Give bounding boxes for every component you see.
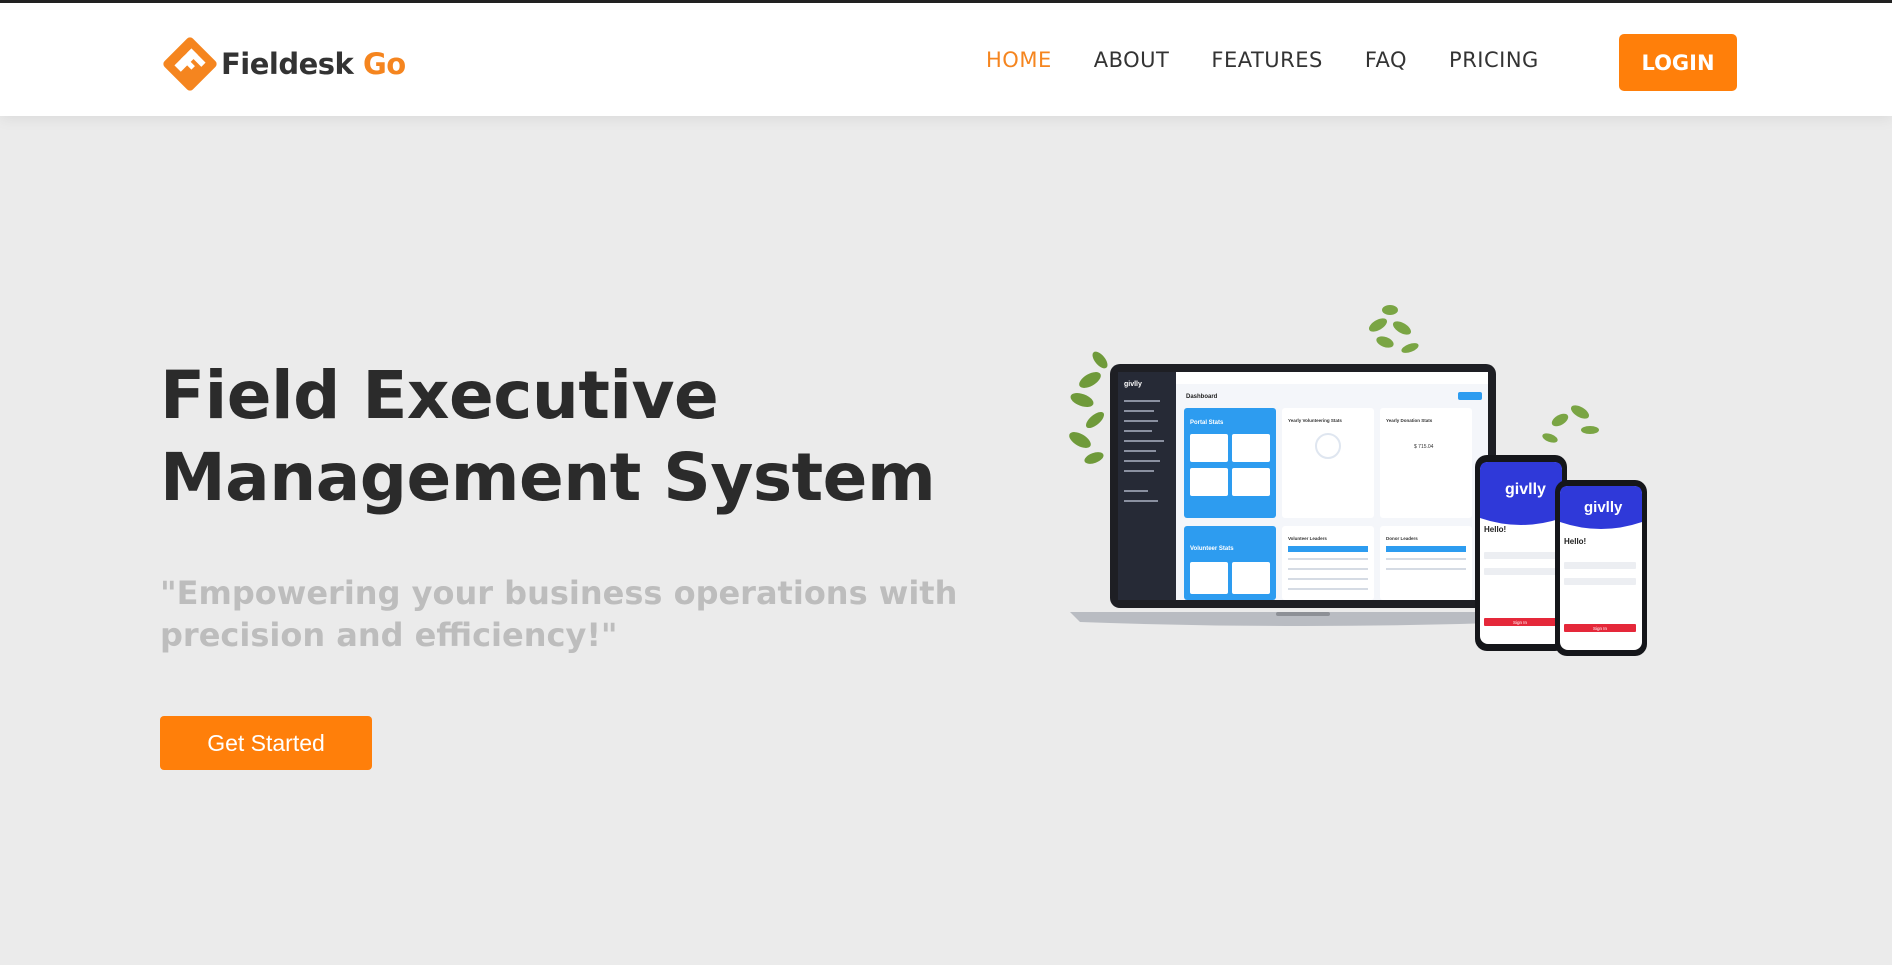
brand-name: Fieldesk Go xyxy=(221,47,406,81)
dashboard-app-logo: givlly xyxy=(1124,381,1142,388)
plant-top-decoration xyxy=(1368,305,1419,353)
nav-about[interactable]: ABOUT xyxy=(1094,48,1170,72)
nav-faq[interactable]: FAQ xyxy=(1365,48,1407,72)
yearly-volunteering-label: Yearly Volunteering Stats xyxy=(1288,418,1342,423)
phone-front-app-logo: givlly xyxy=(1584,499,1623,516)
dashboard-sidebar xyxy=(1118,372,1176,600)
donation-amount: $ 715.04 xyxy=(1414,444,1434,450)
nav-features[interactable]: FEATURES xyxy=(1211,48,1322,72)
plant-right-decoration xyxy=(1542,405,1599,443)
donor-leaders-label: Donor Leaders xyxy=(1386,536,1418,541)
volunteer-stats-label: Volunteer Stats xyxy=(1190,546,1234,552)
nav-pricing[interactable]: PRICING xyxy=(1449,48,1539,72)
hero-subtitle: "Empowering your business operations wit… xyxy=(160,574,958,654)
brand-logo[interactable]: Fieldesk Go xyxy=(163,37,406,91)
get-started-button[interactable]: Get Started xyxy=(160,716,372,770)
yearly-volunteering-card xyxy=(1282,408,1374,518)
plant-left-decoration xyxy=(1069,351,1108,464)
phone-signin-button: Sign In xyxy=(1513,620,1528,625)
phone-greeting: Hello! xyxy=(1484,525,1506,534)
phone-front-greeting: Hello! xyxy=(1564,537,1586,546)
portal-stats-label: Portal Stats xyxy=(1190,420,1224,426)
hero-title: Field Executive Management System xyxy=(160,355,1000,519)
main-nav: HOME ABOUT FEATURES FAQ PRICING xyxy=(986,48,1539,72)
login-button[interactable]: LOGIN xyxy=(1619,34,1737,91)
brand-suffix: Go xyxy=(362,47,406,81)
phone-app-logo: givlly xyxy=(1505,481,1546,498)
logo-icon xyxy=(163,37,217,91)
dashboard-title: Dashboard xyxy=(1186,394,1218,400)
phone-front-signin-button: Sign In xyxy=(1593,626,1608,631)
navbar: Fieldesk Go HOME ABOUT FEATURES FAQ PRIC… xyxy=(0,3,1892,116)
product-mockup-image: givlly Dashboard Portal Stats Yearly Vol… xyxy=(1069,305,1647,656)
nav-home[interactable]: HOME xyxy=(986,48,1052,72)
volunteer-leaders-label: Volunteer Leaders xyxy=(1288,536,1327,541)
yearly-donation-label: Yearly Donation Stats xyxy=(1386,418,1433,423)
yearly-donation-card xyxy=(1380,408,1472,518)
hero-title-line1: Field Executive xyxy=(160,357,719,434)
hero-title-line2: Management System xyxy=(160,439,936,516)
